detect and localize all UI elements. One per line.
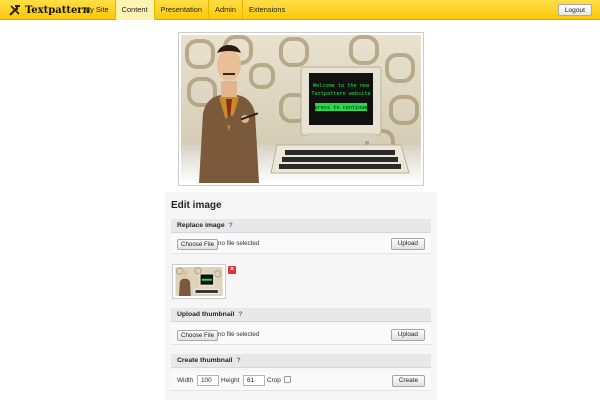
replace-choose-file-button[interactable]: Choose File (177, 239, 219, 250)
thumbnail-image (175, 267, 223, 296)
top-bar: Textpattern My Site Content Presentation… (0, 0, 600, 20)
upload-thumbnail-heading: Upload thumbnail (177, 311, 235, 318)
thumbnail-file-status: no file selected (218, 331, 260, 338)
crop-checkbox[interactable] (284, 376, 291, 383)
screen-line-2: Textpattern website (311, 91, 370, 97)
replace-file-status: no file selected (218, 240, 260, 247)
height-label: Height (221, 377, 240, 384)
delete-thumbnail-icon[interactable]: × (228, 266, 236, 274)
image-preview: Welcome to the new Textpattern website p… (178, 32, 424, 186)
textpattern-logo-icon (8, 3, 22, 17)
width-input[interactable] (197, 375, 219, 386)
help-icon[interactable]: ? (238, 311, 242, 318)
nav-presentation[interactable]: Presentation (153, 0, 209, 20)
edit-image-panel: Edit image Replace image? Choose File no… (165, 192, 437, 400)
crop-label: Crop (267, 377, 281, 384)
thumbnail-upload-button[interactable]: Upload (390, 329, 425, 341)
thumbnail-preview[interactable] (172, 264, 226, 299)
nav-content[interactable]: Content (114, 0, 154, 20)
replace-image-row: Choose File no file selected Upload (171, 234, 431, 254)
logout-button[interactable]: Logout (557, 4, 592, 16)
nav-my-site[interactable]: My Site (78, 0, 115, 20)
screen-line-3: press to continue (314, 105, 367, 111)
replace-upload-button[interactable]: Upload (390, 238, 425, 250)
help-icon[interactable]: ? (237, 357, 241, 364)
create-thumbnail-button[interactable]: Create (391, 375, 425, 387)
help-icon[interactable]: ? (229, 222, 233, 229)
replace-image-header: Replace image? (171, 219, 431, 233)
nav-admin[interactable]: Admin (208, 0, 242, 20)
height-input[interactable] (243, 375, 265, 386)
create-thumbnail-row: Width Height Crop Create (171, 371, 431, 391)
replace-image-heading: Replace image (177, 222, 225, 229)
screen-line-1: Welcome to the new (313, 83, 370, 89)
width-label: Width (177, 377, 194, 384)
upload-thumbnail-header: Upload thumbnail? (171, 308, 431, 322)
thumbnail-choose-file-button[interactable]: Choose File (177, 330, 219, 341)
panel-title: Edit image (171, 200, 222, 211)
main-nav: My Site Content Presentation Admin Exten… (78, 0, 291, 20)
upload-thumbnail-row: Choose File no file selected Upload (171, 325, 431, 345)
nav-extensions[interactable]: Extensions (241, 0, 291, 20)
create-thumbnail-header: Create thumbnail? (171, 354, 431, 368)
preview-image: Welcome to the new Textpattern website p… (181, 35, 421, 183)
create-thumbnail-heading: Create thumbnail (177, 357, 233, 364)
